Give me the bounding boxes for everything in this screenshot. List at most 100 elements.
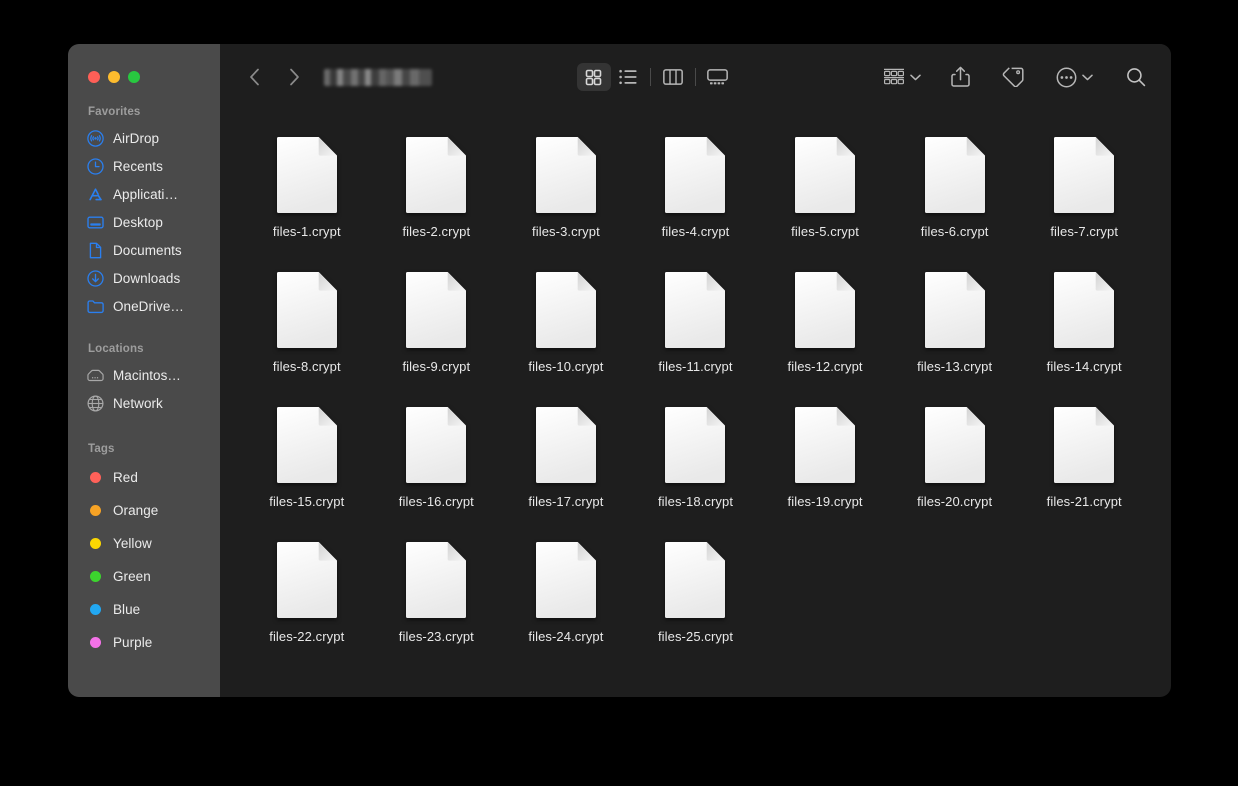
document-file-icon — [535, 541, 597, 619]
toolbar-actions — [879, 62, 1153, 92]
file-name-label: files-19.crypt — [787, 494, 863, 509]
sidebar-section-title-locations: Locations — [88, 343, 144, 355]
sidebar-tag-label: Purple — [113, 635, 153, 650]
sidebar-item-label: Documents — [113, 242, 182, 258]
file-item[interactable]: files-14.crypt — [1019, 263, 1149, 398]
document-file-icon — [794, 136, 856, 214]
document-file-icon — [405, 136, 467, 214]
list-view-button[interactable] — [611, 63, 645, 91]
file-name-label: files-25.crypt — [657, 629, 734, 644]
sidebar-tag-red[interactable]: Red — [68, 461, 220, 494]
sidebar-item-applicati[interactable]: Applicati… — [68, 180, 220, 208]
file-name-label: files-17.crypt — [528, 494, 604, 509]
file-name-label: files-16.crypt — [398, 494, 474, 509]
file-item[interactable]: files-18.crypt — [631, 398, 761, 533]
chevron-down-icon-more — [1082, 74, 1093, 81]
tag-color-dot — [90, 472, 101, 483]
close-button[interactable] — [88, 71, 100, 83]
sidebar-tag-orange[interactable]: Orange — [68, 494, 220, 527]
document-file-icon — [664, 541, 726, 619]
sidebar-item-label: Macintos… — [113, 367, 181, 383]
document-file-icon — [405, 541, 467, 619]
sidebar-tag-yellow[interactable]: Yellow — [68, 527, 220, 560]
file-name-label: files-18.crypt — [657, 494, 734, 509]
sidebar-tag-blue[interactable]: Blue — [68, 593, 220, 626]
file-item[interactable]: files-3.crypt — [501, 128, 631, 263]
file-item[interactable]: files-25.crypt — [631, 533, 761, 668]
search-button[interactable] — [1119, 62, 1153, 92]
file-item[interactable]: files-12.crypt — [760, 263, 890, 398]
sidebar-item-label: Network — [113, 395, 163, 411]
file-item[interactable]: files-11.crypt — [631, 263, 761, 398]
tag-button[interactable] — [998, 62, 1028, 92]
file-item[interactable]: files-20.crypt — [890, 398, 1020, 533]
file-name-label: files-5.crypt — [791, 224, 859, 239]
file-item[interactable]: files-21.crypt — [1019, 398, 1149, 533]
sidebar-item-macintos[interactable]: Macintos… — [68, 361, 220, 389]
document-file-icon — [276, 271, 338, 349]
file-name-label: files-11.crypt — [658, 359, 733, 374]
file-item[interactable]: files-5.crypt — [760, 128, 890, 263]
document-file-icon — [664, 406, 726, 484]
sidebar-item-label: Downloads — [113, 270, 181, 286]
file-name-label: files-12.crypt — [787, 359, 863, 374]
share-button[interactable] — [947, 62, 974, 92]
toolbar — [220, 44, 1171, 110]
sidebar-tag-green[interactable]: Green — [68, 560, 220, 593]
file-name-label: files-15.crypt — [269, 494, 345, 509]
sidebar-item-label: AirDrop — [113, 130, 160, 146]
file-item[interactable]: files-16.crypt — [372, 398, 502, 533]
group-by-button[interactable] — [879, 62, 925, 92]
tag-color-dot — [90, 604, 101, 615]
download-icon — [87, 269, 104, 287]
file-item[interactable]: files-22.crypt — [242, 533, 372, 668]
file-name-label: files-23.crypt — [398, 629, 474, 644]
file-item[interactable]: files-4.crypt — [631, 128, 761, 263]
sidebar-item-documents[interactable]: Documents — [68, 236, 220, 264]
file-item[interactable]: files-2.crypt — [372, 128, 502, 263]
window-controls — [68, 44, 220, 83]
sidebar-item-airdrop[interactable]: AirDrop — [68, 124, 220, 152]
more-options-button[interactable] — [1052, 62, 1097, 92]
forward-button[interactable] — [284, 64, 304, 90]
icon-view-button[interactable] — [576, 63, 611, 91]
column-view-button[interactable] — [656, 63, 690, 91]
document-file-icon — [924, 136, 986, 214]
tag-color-dot — [90, 538, 101, 549]
file-item[interactable]: files-9.crypt — [372, 263, 502, 398]
document-file-icon — [276, 406, 338, 484]
document-file-icon — [924, 271, 986, 349]
gallery-view-button[interactable] — [701, 63, 735, 91]
sidebar-item-recents[interactable]: Recents — [68, 152, 220, 180]
document-file-icon — [664, 136, 726, 214]
file-item[interactable]: files-17.crypt — [501, 398, 631, 533]
view-mode-group — [576, 63, 735, 91]
sidebar-tag-purple[interactable]: Purple — [68, 626, 220, 659]
toolbar-divider-1 — [649, 68, 651, 86]
sidebar-item-onedrive[interactable]: OneDrive… — [68, 292, 220, 320]
document-file-icon — [1053, 271, 1115, 349]
back-button[interactable] — [244, 64, 264, 90]
sidebar-item-label: Desktop — [113, 214, 163, 230]
sidebar-item-desktop[interactable]: Desktop — [68, 208, 220, 236]
sidebar-item-network[interactable]: Network — [68, 389, 220, 417]
maximize-button[interactable] — [128, 71, 140, 83]
sidebar-item-downloads[interactable]: Downloads — [68, 264, 220, 292]
file-item[interactable]: files-8.crypt — [242, 263, 372, 398]
tag-color-dot — [90, 571, 101, 582]
file-item[interactable]: files-24.crypt — [501, 533, 631, 668]
file-name-label: files-1.crypt — [272, 224, 341, 239]
document-file-icon — [535, 271, 597, 349]
document-file-icon — [276, 541, 338, 619]
file-item[interactable]: files-13.crypt — [890, 263, 1020, 398]
minimize-button[interactable] — [108, 71, 120, 83]
file-item[interactable]: files-10.crypt — [501, 263, 631, 398]
file-name-label: files-6.crypt — [920, 224, 989, 239]
file-item[interactable]: files-19.crypt — [760, 398, 890, 533]
file-item[interactable]: files-7.crypt — [1019, 128, 1149, 263]
file-item[interactable]: files-15.crypt — [242, 398, 372, 533]
file-item[interactable]: files-23.crypt — [372, 533, 502, 668]
file-item[interactable]: files-1.crypt — [242, 128, 372, 263]
document-file-icon — [1053, 406, 1115, 484]
file-item[interactable]: files-6.crypt — [890, 128, 1020, 263]
